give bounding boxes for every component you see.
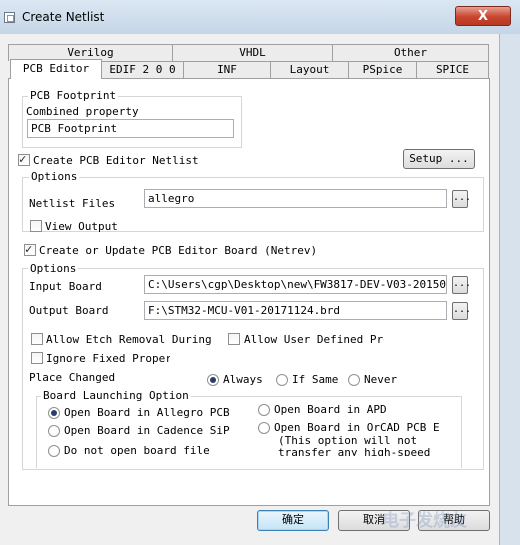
launch-group-label: Board Launching Option (41, 389, 191, 402)
tab-spice[interactable]: SPICE (416, 61, 489, 78)
create-board-checkbox[interactable] (24, 242, 36, 256)
window-border (500, 34, 520, 545)
ignore-fixed-label: Ignore Fixed Propert (46, 352, 170, 365)
allow-user-props-label: Allow User Defined Prop (244, 333, 384, 346)
output-board-browse-button[interactable]: ... (452, 302, 471, 320)
footprint-group-label: PCB Footprint (28, 89, 119, 102)
allow-user-props-checkbox[interactable] (228, 333, 240, 345)
place-if-same-radio[interactable] (276, 374, 288, 386)
create-board-label: Create or Update PCB Editor Board (Netre… (39, 244, 318, 257)
place-never-radio[interactable] (348, 374, 360, 386)
create-netlist-checkbox[interactable] (18, 152, 30, 166)
input-board-browse-button[interactable]: ... (452, 276, 471, 294)
launch-none-radio[interactable] (48, 445, 60, 457)
tab-pspice[interactable]: PSpice (348, 61, 417, 78)
launch-allegro-label: Open Board in Allegro PCB Ed (64, 406, 236, 419)
netlist-files-input[interactable]: allegro (144, 189, 447, 208)
app-icon (4, 12, 15, 23)
close-button[interactable]: X (455, 6, 511, 26)
view-output-checkbox[interactable] (30, 220, 42, 232)
allow-etch-label: Allow Etch Removal During E (46, 333, 212, 346)
output-board-label: Output Board (29, 304, 109, 317)
launch-none-label: Do not open board file (64, 444, 210, 457)
launch-allegro-radio[interactable] (48, 407, 60, 419)
allow-etch-checkbox[interactable] (31, 333, 43, 345)
watermark: 电子发烧友 (382, 511, 467, 531)
launch-sip-radio[interactable] (48, 425, 60, 437)
output-board-input[interactable]: F:\STM32-MCU-V01-20171124.brd (144, 301, 447, 320)
launch-sip-label: Open Board in Cadence SiP (64, 424, 230, 437)
tab-edif[interactable]: EDIF 2 0 0 (101, 61, 184, 78)
combined-property-input[interactable]: PCB Footprint (27, 119, 234, 138)
setup-button[interactable]: Setup ... (403, 149, 475, 169)
netlist-files-label: Netlist Files (29, 197, 116, 210)
ok-button[interactable]: 确定 (257, 510, 329, 531)
tab-inf[interactable]: INF (183, 61, 271, 78)
place-changed-label: Place Changed (29, 371, 116, 384)
combined-property-label: Combined property (26, 105, 139, 118)
tab-vhdl[interactable]: VHDL (172, 44, 333, 61)
place-if-same-label: If Same (292, 373, 339, 386)
place-never-label: Never (364, 373, 398, 386)
tab-layout[interactable]: Layout (270, 61, 349, 78)
launch-orcad-radio[interactable] (258, 422, 270, 434)
tab-other[interactable]: Other (332, 44, 489, 61)
netlist-files-browse-button[interactable]: ... (452, 190, 471, 208)
input-board-label: Input Board (29, 280, 102, 293)
input-board-input[interactable]: C:\Users\cgp\Desktop\new\FW3817-DEV-V03-… (144, 275, 447, 294)
create-netlist-label: Create PCB Editor Netlist (33, 154, 199, 167)
place-always-label: Always (223, 373, 263, 386)
place-always-radio[interactable] (207, 374, 219, 386)
launch-apd-label: Open Board in APD (274, 403, 387, 416)
ignore-fixed-checkbox[interactable] (31, 352, 43, 364)
netlist-options-label: Options (29, 170, 80, 183)
launch-orcad-label: Open Board in OrCAD PCB Edi (274, 421, 440, 434)
board-options-label: Options (28, 262, 79, 275)
tab-panel: PCB Footprint Combined property PCB Foot… (8, 78, 490, 506)
window-title: Create Netlist (22, 10, 105, 24)
view-output-label: View Output (45, 220, 118, 233)
launch-orcad-note-2: transfer any high-speed (278, 446, 431, 456)
tab-pcb-editor[interactable]: PCB Editor (10, 59, 102, 79)
launch-apd-radio[interactable] (258, 404, 270, 416)
